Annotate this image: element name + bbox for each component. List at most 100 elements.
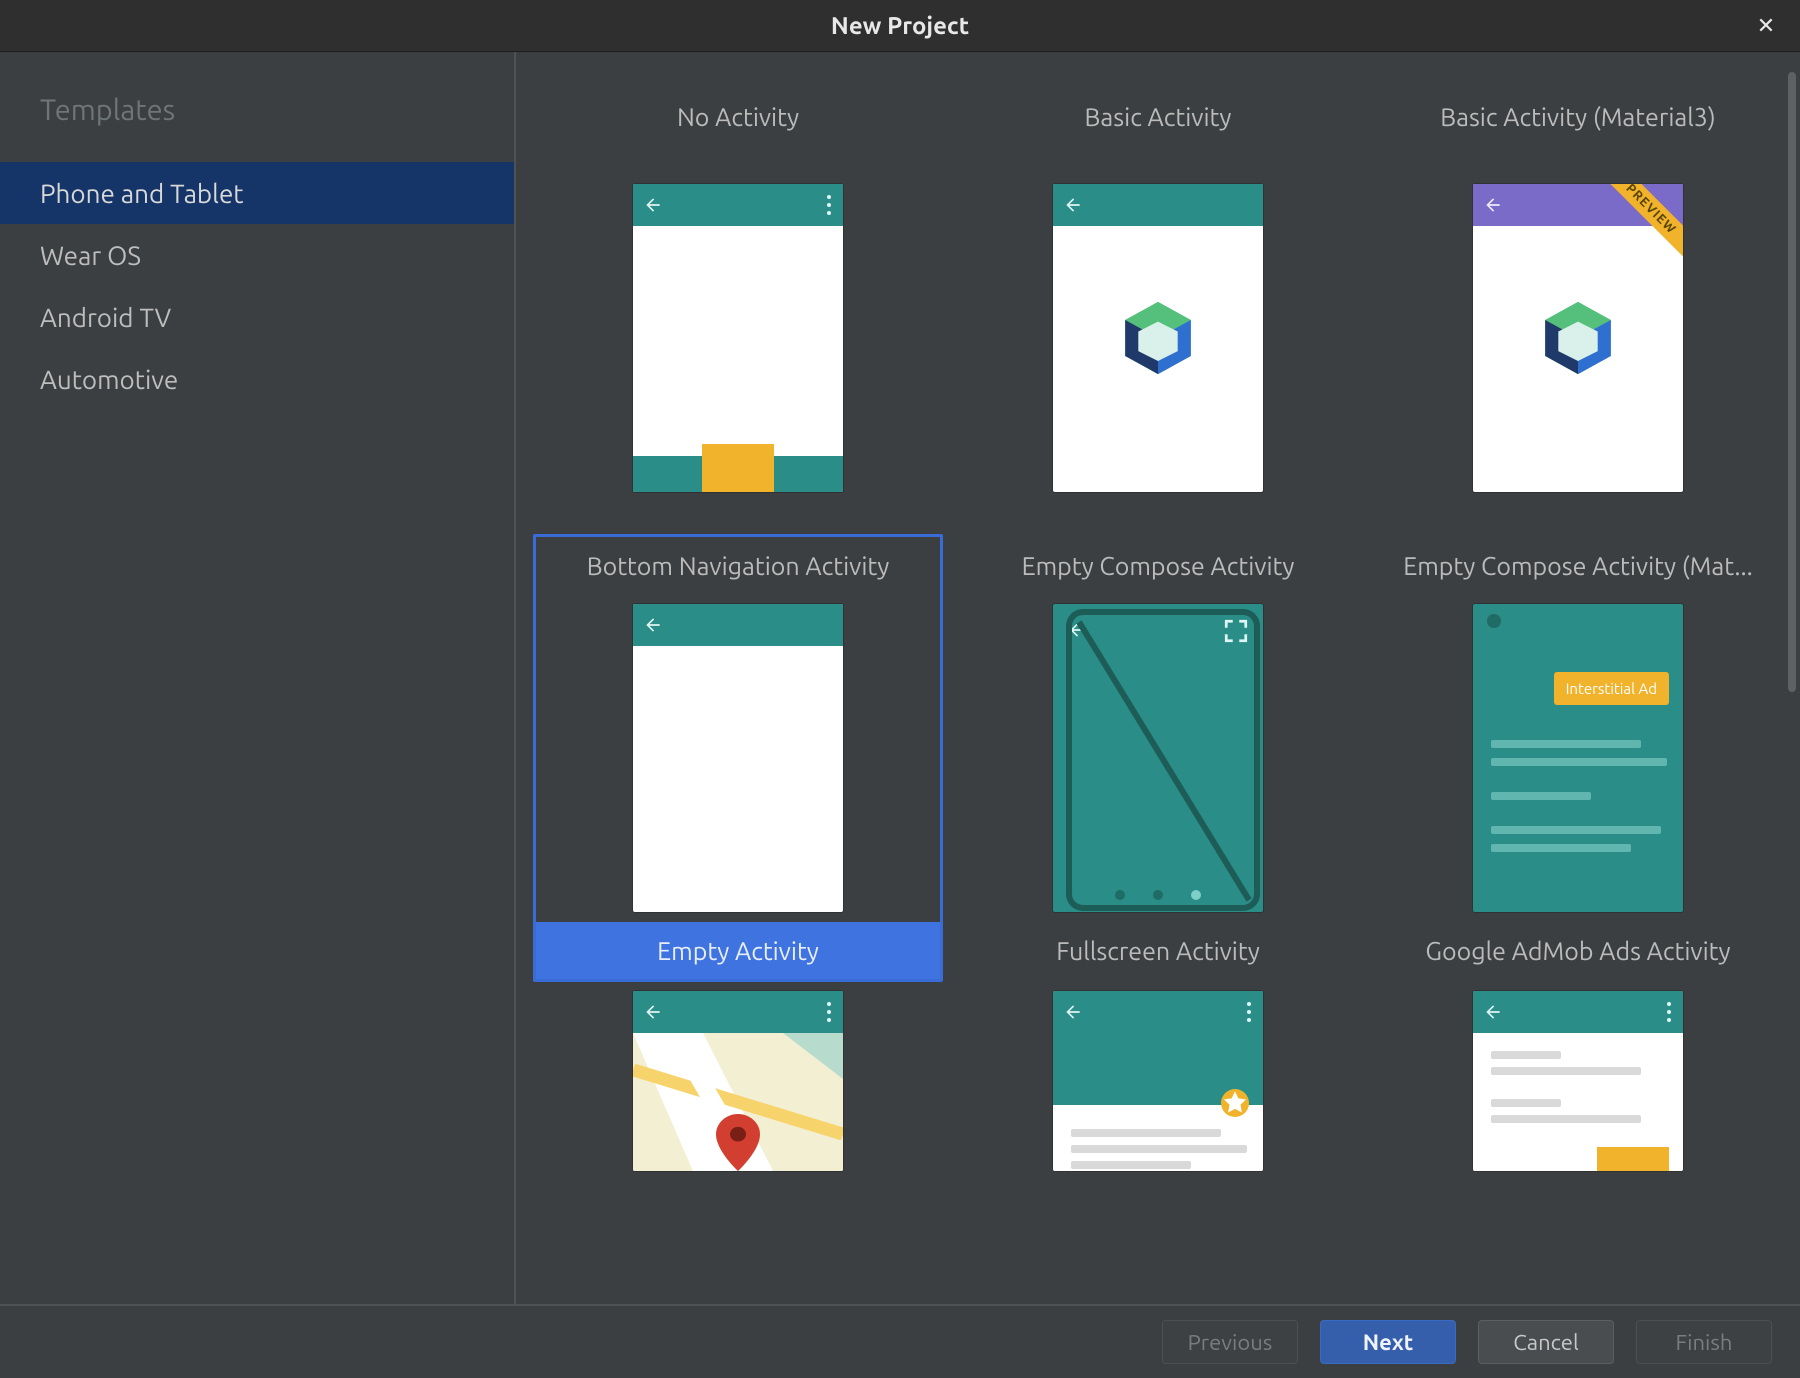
phone-preview (1053, 991, 1263, 1171)
sidebar-item-label: Automotive (40, 365, 178, 394)
overflow-menu-icon (827, 1002, 831, 1022)
star-fab-icon (1221, 1089, 1249, 1117)
template-label: Basic Activity (956, 85, 1360, 149)
back-arrow-icon (1063, 1002, 1083, 1022)
template-thumb (536, 149, 940, 527)
phone-outline-icon (1053, 604, 1263, 912)
jetpack-logo-icon (1117, 297, 1199, 379)
text-line (1491, 1051, 1561, 1059)
back-arrow-icon (1063, 195, 1083, 215)
template-thumb (1376, 989, 1780, 1183)
text-line (1491, 740, 1641, 748)
template-no-activity[interactable]: No Activity (533, 82, 943, 530)
preview-bottom-bar (633, 456, 843, 492)
title-bar: New Project ✕ (0, 0, 1800, 52)
pager-dots (1053, 890, 1263, 900)
text-line (1071, 1129, 1221, 1137)
template-thumb (536, 594, 940, 922)
preview-appbar (633, 184, 843, 226)
close-icon: ✕ (1757, 13, 1775, 39)
text-line (1491, 1099, 1561, 1107)
phone-preview (633, 184, 843, 492)
template-thumb (956, 989, 1360, 1183)
template-google-maps-activity[interactable] (533, 986, 943, 1186)
template-label: Empty Activity (536, 922, 940, 979)
button-label: Finish (1676, 1330, 1733, 1355)
sidebar-item-automotive[interactable]: Automotive (0, 348, 514, 410)
phone-preview (633, 991, 843, 1171)
template-label: Fullscreen Activity (956, 922, 1360, 979)
sidebar-item-phone-and-tablet[interactable]: Phone and Tablet (0, 162, 514, 224)
phone-preview (1053, 604, 1263, 912)
gallery-grid: No Activity (516, 52, 1800, 1304)
window-title: New Project (831, 12, 969, 39)
template-gallery: No Activity (516, 52, 1800, 1304)
phone-preview (1473, 991, 1683, 1171)
template-basic-activity-material3[interactable]: Basic Activity (Material3) PREVIEW (1373, 82, 1783, 530)
close-button[interactable]: ✕ (1750, 10, 1782, 42)
back-arrow-icon (643, 1002, 663, 1022)
template-login-activity[interactable] (1373, 986, 1783, 1186)
next-button[interactable]: Next (1320, 1320, 1456, 1364)
preview-fab (702, 444, 774, 492)
previous-button[interactable]: Previous (1162, 1320, 1298, 1364)
preview-appbar (1053, 991, 1263, 1033)
template-label-above: Bottom Navigation Activity (536, 537, 940, 594)
sidebar-item-wear-os[interactable]: Wear OS (0, 224, 514, 286)
back-arrow-icon (643, 615, 663, 635)
button-label: Cancel (1513, 1330, 1578, 1355)
list-body (1053, 1033, 1263, 1171)
template-thumb: PREVIEW (1376, 149, 1780, 527)
template-basic-activity[interactable]: Basic Activity (953, 82, 1363, 530)
back-arrow-icon (1483, 195, 1503, 215)
sidebar-item-android-tv[interactable]: Android TV (0, 286, 514, 348)
text-line (1491, 826, 1661, 834)
text-line (1071, 1161, 1191, 1169)
template-label-above: Empty Compose Activity (956, 537, 1360, 594)
back-arrow-icon (643, 195, 663, 215)
preview-status (1473, 604, 1683, 630)
overflow-menu-icon (827, 195, 831, 215)
preview-appbar (633, 991, 843, 1033)
template-scrolling-activity[interactable] (953, 986, 1363, 1186)
template-thumb (536, 989, 940, 1183)
template-label: Google AdMob Ads Activity (1376, 922, 1780, 979)
template-google-admob-ads-activity[interactable]: Empty Compose Activity (Mat... Interstit… (1373, 534, 1783, 982)
map-body (633, 1033, 843, 1171)
sidebar-item-label: Wear OS (40, 241, 141, 270)
new-project-dialog: New Project ✕ Templates Phone and Tablet… (0, 0, 1800, 1378)
template-label-above: Empty Compose Activity (Mat... (1376, 537, 1780, 594)
submit-button (1597, 1147, 1669, 1171)
template-thumb: Interstitial Ad (1376, 594, 1780, 922)
template-label: Basic Activity (Material3) (1376, 85, 1780, 149)
interstitial-ad-button: Interstitial Ad (1554, 672, 1669, 705)
cancel-button[interactable]: Cancel (1478, 1320, 1614, 1364)
dialog-body: Templates Phone and Tablet Wear OS Andro… (0, 52, 1800, 1304)
text-line (1491, 1067, 1641, 1075)
phone-preview: PREVIEW (1473, 184, 1683, 492)
overflow-menu-icon (1247, 1002, 1251, 1022)
preview-appbar (1053, 184, 1263, 226)
phone-preview (1053, 184, 1263, 492)
preview-appbar (633, 604, 843, 646)
text-line (1071, 1145, 1247, 1153)
sidebar-item-label: Phone and Tablet (40, 179, 244, 208)
template-fullscreen-activity[interactable]: Empty Compose Activity (953, 534, 1363, 982)
phone-preview: Interstitial Ad (1473, 604, 1683, 912)
text-line (1491, 844, 1631, 852)
text-line (1491, 792, 1591, 800)
button-label: Next (1363, 1330, 1414, 1355)
sidebar-item-label: Android TV (40, 303, 171, 332)
form-body (1473, 1033, 1683, 1171)
sidebar-header: Templates (0, 94, 514, 162)
template-thumb (956, 594, 1360, 922)
jetpack-logo-icon (1537, 297, 1619, 379)
template-empty-activity[interactable]: Bottom Navigation Activity Empty Activit… (533, 534, 943, 982)
preview-appbar (1473, 991, 1683, 1033)
template-label: No Activity (536, 85, 940, 149)
sidebar: Templates Phone and Tablet Wear OS Andro… (0, 52, 516, 1304)
finish-button[interactable]: Finish (1636, 1320, 1772, 1364)
dialog-footer: Previous Next Cancel Finish (0, 1304, 1800, 1378)
template-thumb (956, 149, 1360, 527)
button-label: Previous (1188, 1330, 1273, 1355)
